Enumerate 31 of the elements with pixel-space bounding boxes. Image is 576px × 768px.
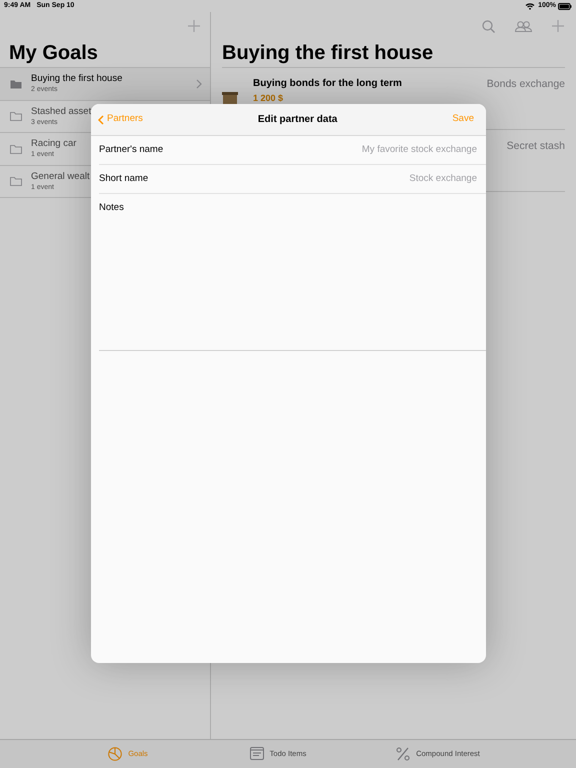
folder-icon xyxy=(10,176,22,186)
text-field[interactable]: Stock exchange xyxy=(148,172,477,186)
chevron-right-icon xyxy=(196,78,202,89)
event-amount: 1 200 $ xyxy=(253,92,284,104)
folder-icon xyxy=(10,144,22,154)
battery-icon xyxy=(558,2,572,10)
item-title: Stashed asset xyxy=(31,106,92,118)
search-icon[interactable] xyxy=(482,20,495,32)
sidebar-title: My Goals xyxy=(8,41,99,66)
list-icon xyxy=(250,747,264,761)
event-title: Buying bonds for the long term xyxy=(253,78,403,90)
wifi-icon xyxy=(525,2,536,10)
modal-title: Edit partner data xyxy=(258,113,338,127)
field-label: Short name xyxy=(99,172,148,186)
text-field[interactable]: My favorite stock exchange xyxy=(163,142,477,158)
people-icon[interactable] xyxy=(515,20,532,32)
add-icon[interactable] xyxy=(552,20,564,32)
add-icon[interactable] xyxy=(188,20,200,32)
item-title: Racing car xyxy=(31,138,76,150)
percent-icon xyxy=(396,747,410,761)
chevron-left-icon xyxy=(98,114,104,124)
event-partner: Secret stash xyxy=(506,140,565,152)
pie-chart-icon xyxy=(108,747,122,761)
notes-field[interactable]: Notes xyxy=(99,194,486,351)
event-partner: Bonds exchange xyxy=(486,78,565,90)
field-label: Partner's name xyxy=(99,142,164,157)
folder-icon xyxy=(10,111,22,122)
detail-title: Buying the first house xyxy=(221,41,434,66)
item-title: General wealt xyxy=(31,170,90,183)
folder-icon xyxy=(10,78,22,89)
item-title: Buying the first house xyxy=(31,73,122,86)
